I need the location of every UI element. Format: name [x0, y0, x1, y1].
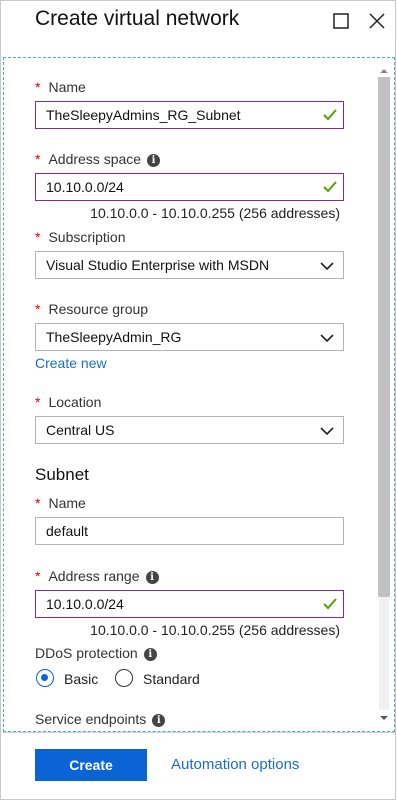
service-endpoints-label: Service endpoints i: [35, 711, 166, 727]
info-icon[interactable]: i: [147, 154, 161, 167]
check-icon: [323, 181, 337, 193]
scrollbar-thumb[interactable]: [378, 77, 390, 597]
chevron-down-icon: [320, 334, 334, 343]
maximize-icon[interactable]: [329, 9, 353, 33]
ddos-basic-radio[interactable]: [36, 669, 54, 687]
required-marker: *: [35, 79, 41, 95]
blade-header: Create virtual network: [1, 1, 397, 57]
address-range-label: * Address range i: [35, 568, 159, 584]
required-marker: *: [35, 301, 41, 317]
name-label: * Name: [35, 79, 86, 95]
required-marker: *: [35, 229, 41, 245]
info-icon[interactable]: i: [152, 714, 166, 727]
location-label: * Location: [35, 394, 102, 410]
ddos-protection-label: DDoS protection i: [35, 645, 157, 661]
info-icon[interactable]: i: [143, 648, 157, 661]
check-icon: [323, 109, 337, 121]
resource-group-label: * Resource group: [35, 301, 149, 317]
check-icon: [323, 598, 337, 610]
blade-title: Create virtual network: [35, 7, 240, 30]
chevron-down-icon: [320, 262, 334, 271]
address-range-hint: 10.10.0.0 - 10.10.0.255 (256 addresses): [90, 622, 340, 638]
address-space-label: * Address space i: [35, 151, 161, 167]
subnet-heading: Subnet: [35, 465, 89, 484]
info-icon[interactable]: i: [145, 571, 159, 584]
name-input[interactable]: TheSleepyAdmins_RG_Subnet: [35, 101, 344, 129]
ddos-standard-radio[interactable]: [115, 669, 133, 687]
required-marker: *: [35, 394, 41, 410]
ddos-basic-label[interactable]: Basic: [64, 671, 98, 687]
chevron-down-icon: [320, 427, 334, 436]
close-icon[interactable]: [365, 9, 389, 33]
required-marker: *: [35, 151, 41, 167]
address-space-input[interactable]: 10.10.0.0/24: [35, 173, 344, 201]
resource-group-select[interactable]: TheSleepyAdmin_RG: [35, 323, 344, 351]
ddos-standard-label[interactable]: Standard: [143, 671, 200, 687]
create-virtual-network-blade: Create virtual network * Name TheSleepyAd…: [0, 0, 396, 800]
footer-divider: [3, 732, 395, 733]
required-marker: *: [35, 495, 41, 511]
automation-options-link[interactable]: Automation options: [171, 756, 299, 773]
subscription-label: * Subscription: [35, 229, 126, 245]
subnet-name-input[interactable]: default: [35, 517, 344, 545]
create-button[interactable]: Create: [35, 749, 147, 781]
create-new-link[interactable]: Create new: [35, 355, 107, 371]
form-scrollbar[interactable]: [376, 61, 392, 726]
location-select[interactable]: Central US: [35, 416, 344, 444]
scroll-down-arrow-icon[interactable]: [376, 710, 392, 726]
subnet-name-label: * Name: [35, 495, 86, 511]
required-marker: *: [35, 568, 41, 584]
subscription-select[interactable]: Visual Studio Enterprise with MSDN: [35, 251, 344, 279]
address-space-hint: 10.10.0.0 - 10.10.0.255 (256 addresses): [90, 205, 340, 221]
address-range-input[interactable]: 10.10.0.0/24: [35, 590, 344, 618]
